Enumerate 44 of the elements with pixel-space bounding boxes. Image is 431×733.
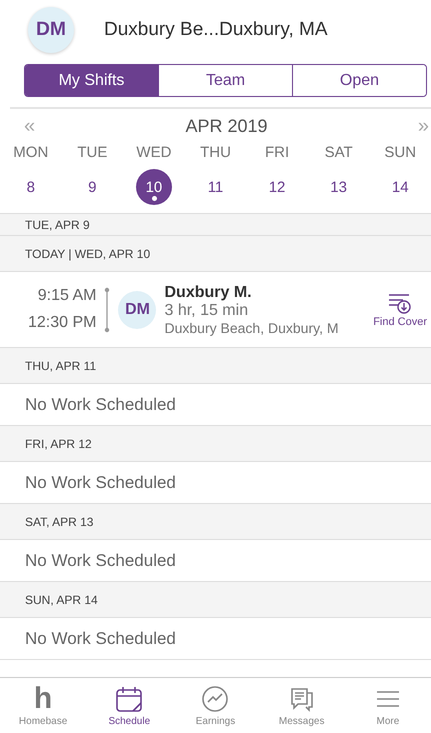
nav-tab[interactable]: h Homebase [0,678,86,733]
avatar: DM [118,290,156,328]
weekday-label: FRI [264,144,290,161]
list-download-icon [387,292,414,316]
date-button[interactable]: 14 [382,169,418,205]
nav-tab[interactable]: Earnings [172,678,259,733]
employee-name: Duxbury M. [164,284,253,302]
weekday-label: WED [135,144,172,161]
date-button[interactable]: 10 [136,169,172,205]
shift-dot [152,196,157,201]
start-time: 9:15 AM [38,287,96,305]
nav-tab[interactable]: Schedule [86,678,172,733]
month-title: APR 2019 [185,116,268,137]
logo-glyph: h [34,684,52,714]
time-range-icon [104,286,110,332]
shift-duration: 3 hr, 15 min [164,302,250,320]
trend-icon [200,684,230,714]
weekday-label: MON [12,144,50,161]
date-button[interactable]: 13 [320,169,357,205]
find-cover-button[interactable]: Find Cover [373,292,431,328]
location-title: Duxbury Be...Duxbury, MA [104,19,328,41]
end-time: 12:30 PM [28,314,96,332]
date-button[interactable]: 11 [197,169,234,205]
weekday-label: SUN [383,144,418,161]
nav-tab[interactable]: Messages [258,678,345,733]
date-button[interactable]: 8 [12,169,49,205]
date-button[interactable]: 9 [74,169,110,205]
day-header: FRI, APR 12 [0,426,431,462]
calendar-icon [114,684,144,714]
date-button[interactable]: 12 [259,169,296,205]
weekday-label: SAT [324,144,354,161]
day-header: TODAY | WED, APR 10 [0,236,431,272]
weekday-label: THU [199,144,232,161]
weekday-label: TUE [76,144,108,161]
day-header: SAT, APR 13 [0,504,431,540]
shift-location: Duxbury Beach, Duxbury, M [164,320,340,336]
day-header: TUE, APR 9 [0,214,431,236]
avatar: DM [28,7,74,53]
empty-day-text: No Work Scheduled [0,618,431,660]
tab[interactable]: My Shifts [25,65,158,96]
tab[interactable]: Open [292,65,426,96]
nav-tab[interactable]: More [344,678,431,733]
day-header: SUN, APR 14 [0,582,431,618]
day-header: THU, APR 11 [0,348,431,384]
